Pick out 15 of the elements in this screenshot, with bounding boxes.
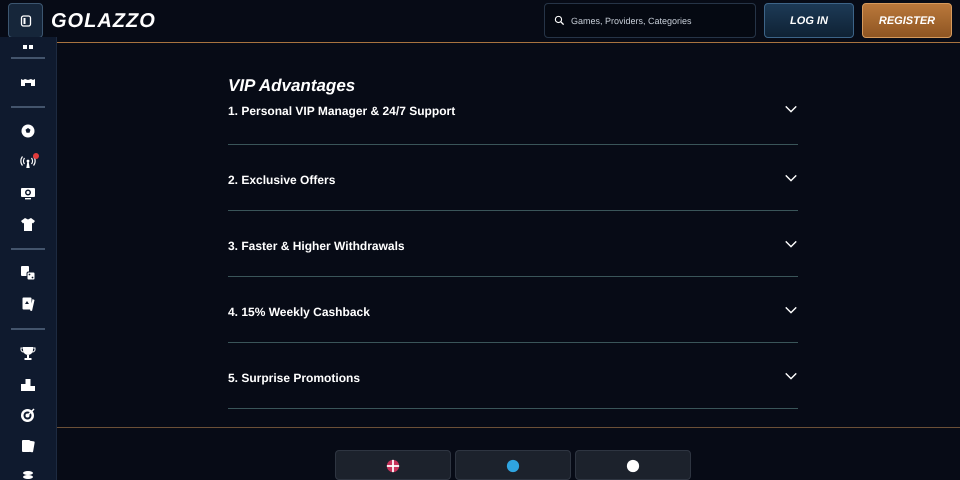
accordion-title: 2. Exclusive Offers: [228, 172, 336, 190]
accordion-item[interactable]: 2. Exclusive Offers: [228, 145, 798, 212]
search-field[interactable]: Games, Providers, Categories: [544, 3, 756, 38]
section-title: VIP Advantages: [228, 74, 356, 97]
accordion-title: 3. Faster & Higher Withdrawals: [228, 238, 405, 256]
accordion-item[interactable]: 4. 15% Weekly Cashback: [228, 277, 798, 344]
accordion-item[interactable]: 1. Personal VIP Manager & 24/7 Support: [228, 102, 798, 146]
accordion-title: 5. Surprise Promotions: [228, 370, 360, 388]
accordion-title: 1. Personal VIP Manager & 24/7 Support: [228, 103, 456, 120]
accordion-item[interactable]: 3. Faster & Higher Withdrawals: [228, 211, 798, 278]
logo[interactable]: GOLAZZO: [51, 6, 156, 36]
register-button[interactable]: REGISTER: [862, 3, 952, 38]
accordion-title: 4. 15% Weekly Cashback: [228, 304, 370, 322]
accordion-item[interactable]: 5. Surprise Promotions: [228, 343, 798, 410]
login-button[interactable]: LOG IN: [764, 3, 854, 38]
